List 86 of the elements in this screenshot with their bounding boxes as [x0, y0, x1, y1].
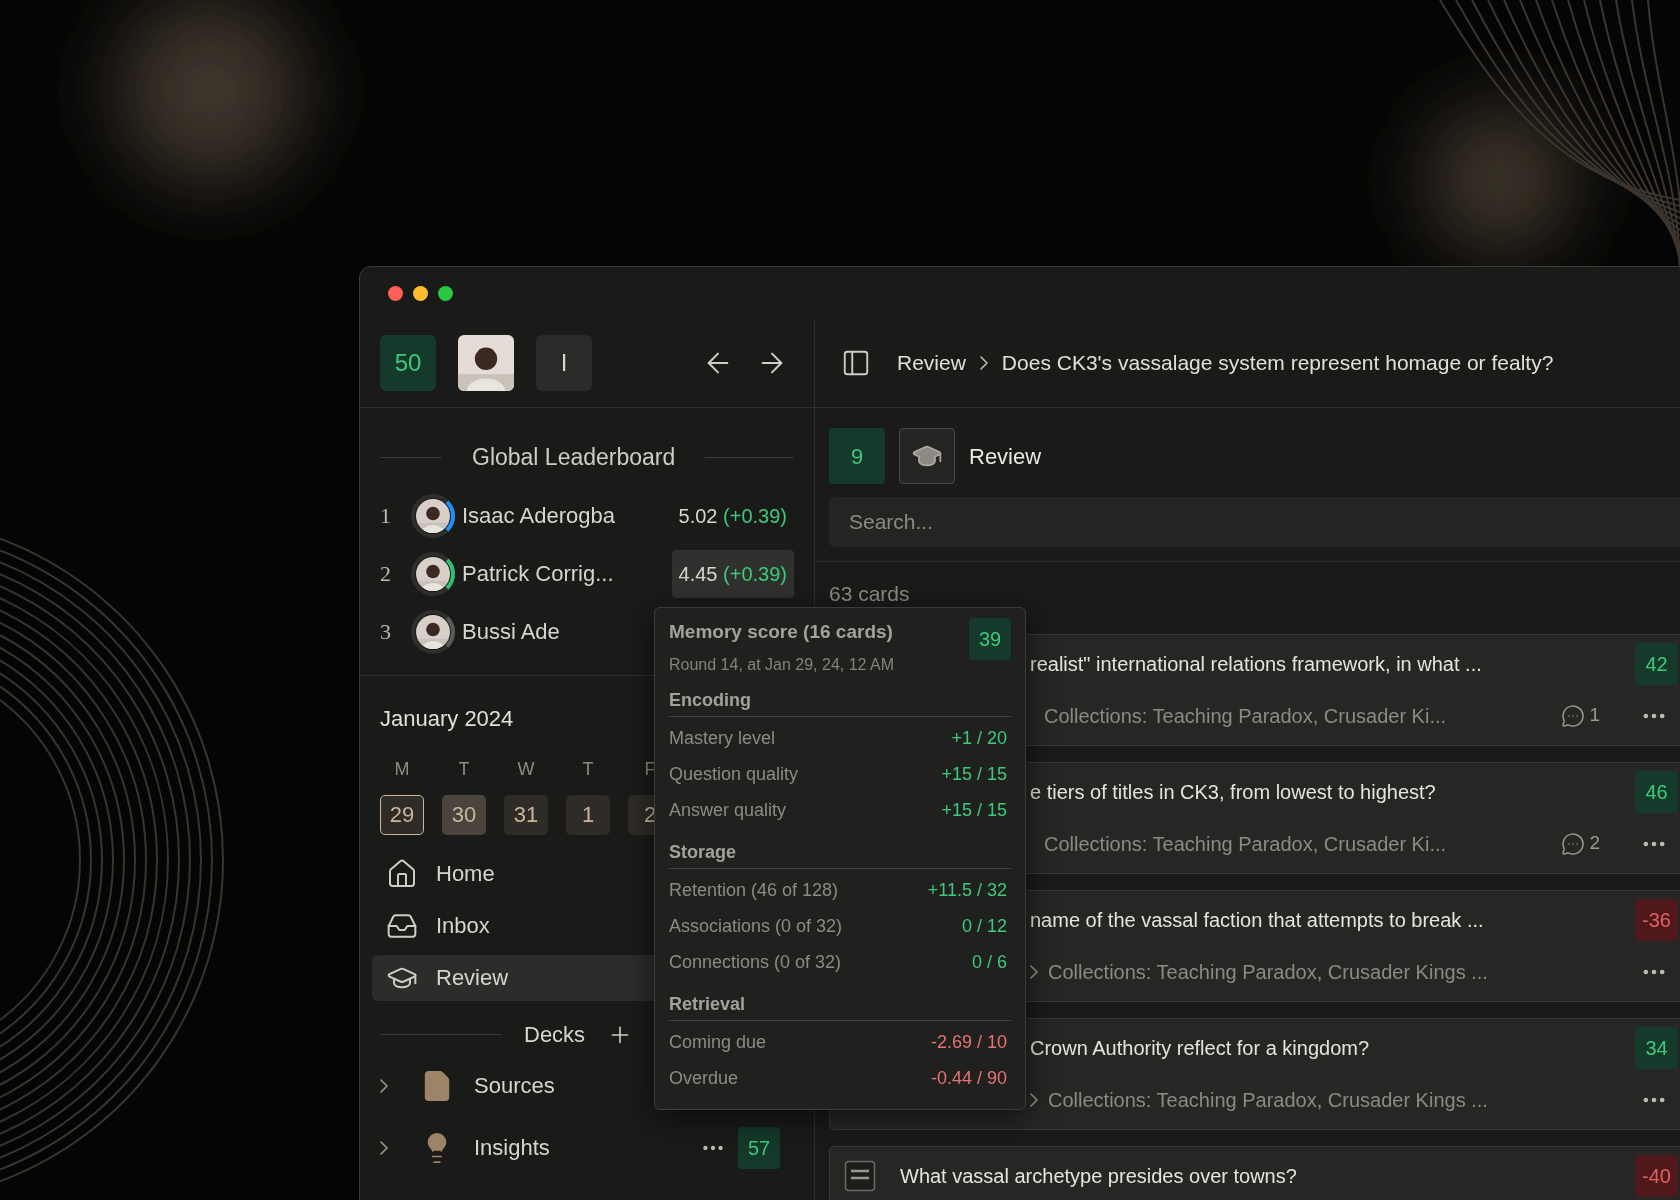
- deck-label[interactable]: Insights: [474, 1131, 550, 1164]
- maximize-window-button[interactable]: [438, 285, 453, 301]
- weekday-label: T: [581, 757, 595, 781]
- collections-text: Collections: Teaching Paradox, Crusader Ki...: [1044, 831, 1447, 857]
- tooltip-section-heading: Retrieval: [669, 990, 1011, 1021]
- expand-chevron-icon[interactable]: [380, 1140, 388, 1155]
- weekday-label: F: [643, 757, 657, 781]
- leaderboard-title: Global Leaderboard: [472, 443, 676, 472]
- deck-count-badge: 57: [738, 1126, 780, 1169]
- rank-number: 3: [380, 618, 392, 646]
- review-title: Review: [969, 442, 1042, 471]
- sidebar-toggle-icon[interactable]: [841, 348, 871, 378]
- chevron-icon: [1030, 1092, 1038, 1107]
- tooltip-section-heading: Storage: [669, 838, 1011, 869]
- calendar-day[interactable]: 29: [380, 794, 424, 835]
- calendar-day[interactable]: 30: [442, 794, 486, 835]
- tooltip-row-label: Coming due: [669, 1031, 767, 1054]
- tooltip-row-label: Question quality: [669, 763, 799, 786]
- calendar-title: January 2024: [380, 704, 514, 733]
- tooltip-row-value: +11.5 / 32: [927, 879, 1007, 902]
- card-score-badge: -36: [1635, 898, 1678, 941]
- leaderboard-name: Bussi Ade: [462, 618, 560, 646]
- deck-label[interactable]: Sources: [474, 1069, 555, 1102]
- nav-label: Home: [436, 860, 495, 888]
- tooltip-subtitle: Round 14, at Jan 29, 24, 12 AM: [669, 654, 895, 675]
- chevron-icon: [1030, 964, 1038, 979]
- weekday-label: M: [393, 757, 411, 781]
- comment-count: 2: [1589, 831, 1600, 856]
- calendar-day[interactable]: 1: [566, 794, 610, 835]
- tooltip-row-value: +1 / 20: [951, 727, 1007, 750]
- initial-button[interactable]: I: [536, 335, 592, 391]
- tooltip-row-label: Retention (46 of 128): [669, 879, 839, 902]
- collections-text: Collections: Teaching Paradox, Crusader Kings ...: [1048, 959, 1488, 985]
- breadcrumb-item[interactable]: Review: [897, 347, 966, 379]
- card-title: name of the vassal faction that attempts to break ...: [1030, 907, 1484, 933]
- rank-number: 1: [380, 502, 392, 530]
- collections-text: Collections: Teaching Paradox, Crusader Ki...: [1044, 703, 1447, 729]
- nav-label: Review: [436, 964, 509, 992]
- card-title: Crown Authority reflect for a kingdom?: [1030, 1035, 1370, 1061]
- tooltip-section-heading: Encoding: [669, 686, 1011, 717]
- card-title: What vassal archetype presides over towns?: [900, 1163, 1297, 1189]
- weekday-label: T: [457, 757, 471, 781]
- comment-count: 1: [1589, 703, 1600, 728]
- breadcrumb-chevron-icon: [979, 356, 988, 370]
- comment-icon: [1561, 831, 1586, 856]
- card-title: e tiers of titles in CK3, from lowest to highest?: [1030, 779, 1436, 805]
- close-window-button[interactable]: [388, 285, 403, 301]
- card-score-badge: -40: [1635, 1154, 1678, 1197]
- home-icon: [386, 857, 418, 890]
- minimize-window-button[interactable]: [413, 285, 428, 301]
- card-score-badge: 46: [1635, 770, 1678, 813]
- leaderboard-name: Patrick Corrig...: [462, 560, 614, 588]
- tooltip-row-value: -0.44 / 90: [930, 1067, 1007, 1090]
- weekday-label: W: [516, 757, 536, 781]
- breadcrumb-item[interactable]: Does CK3's vassalage system represent homage or fealty?: [1001, 347, 1554, 379]
- tooltip-row-value: 0 / 12: [961, 915, 1007, 938]
- card-count: 63 cards: [829, 581, 910, 607]
- tooltip-row-label: Answer quality: [669, 799, 787, 822]
- review-count-badge: 9: [829, 428, 885, 484]
- search-field[interactable]: Search...: [829, 497, 1680, 547]
- tooltip-row-value: -2.69 / 10: [930, 1031, 1007, 1054]
- collections-text: Collections: Teaching Paradox, Crusader Kings ...: [1048, 1087, 1488, 1113]
- rank-number: 2: [380, 560, 392, 588]
- review-card[interactable]: What vassal archetype presides over towns? -40: [829, 1145, 1680, 1200]
- tooltip-row-label: Mastery level: [669, 727, 776, 750]
- tooltip-title: Memory score (16 cards): [669, 620, 893, 644]
- card-title: realist" international relations framework, in what ...: [1030, 651, 1482, 677]
- review-icon-button[interactable]: [899, 428, 955, 484]
- tooltip-row-value: +15 / 15: [941, 799, 1007, 822]
- expand-chevron-icon[interactable]: [380, 1078, 388, 1093]
- document-icon: [844, 1159, 876, 1192]
- card-score-badge: 42: [1635, 642, 1678, 685]
- comment-icon: [1561, 703, 1586, 728]
- decks-title: Decks: [524, 1021, 586, 1049]
- calendar-day[interactable]: 31: [504, 794, 548, 835]
- tooltip-row-value: +15 / 15: [941, 763, 1007, 786]
- tooltip-row-value: 0 / 6: [971, 951, 1007, 974]
- leaderboard-name: Isaac Aderogba: [462, 502, 615, 530]
- nav-label: Inbox: [436, 912, 490, 940]
- streak-badge: 50: [380, 335, 436, 391]
- leaderboard-score: 5.02 (+0.39): [677, 503, 788, 529]
- tooltip-row-label: Overdue: [669, 1067, 739, 1090]
- card-score-badge: 34: [1635, 1026, 1678, 1069]
- leaderboard-score: 4.45 (+0.39): [671, 549, 794, 598]
- tooltip-score-badge: 39: [969, 618, 1011, 660]
- tooltip-row-label: Associations (0 of 32): [669, 915, 843, 938]
